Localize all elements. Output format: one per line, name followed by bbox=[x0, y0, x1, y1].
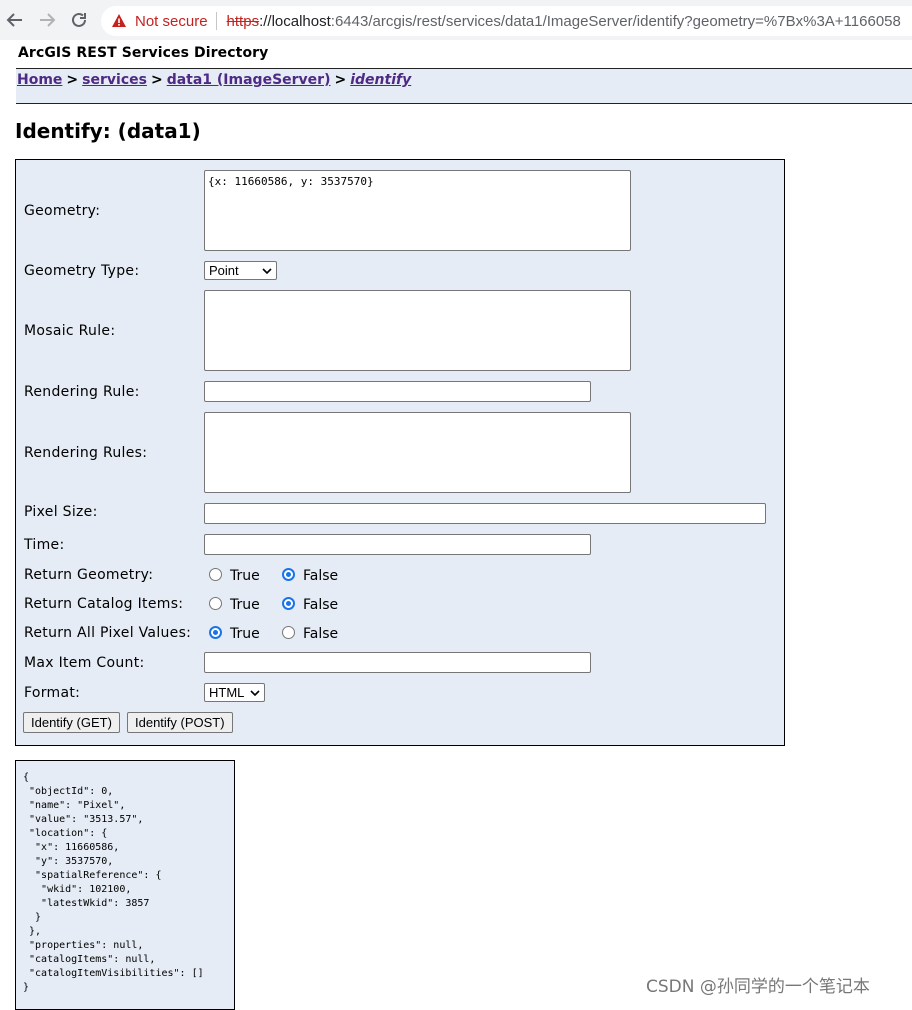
breadcrumb-identify-link[interactable]: identify bbox=[350, 72, 411, 88]
geometry-type-select[interactable]: Point bbox=[204, 261, 277, 280]
identify-post-button[interactable]: Identify (POST) bbox=[127, 712, 233, 733]
browser-toolbar: Not secure https://localhost:6443/arcgis… bbox=[0, 0, 912, 40]
page-title: Identify: (data1) bbox=[15, 119, 201, 143]
url-host: ://localhost bbox=[259, 12, 331, 30]
return-all-pixel-values-false-radio[interactable] bbox=[282, 626, 295, 639]
return-catalog-items-false-radio[interactable] bbox=[282, 597, 295, 610]
breadcrumb-separator: > bbox=[150, 72, 163, 88]
rendering-rule-input[interactable] bbox=[204, 381, 591, 402]
forward-arrow-icon[interactable] bbox=[34, 7, 60, 33]
reload-icon[interactable] bbox=[66, 7, 92, 33]
time-input[interactable] bbox=[204, 534, 591, 555]
mosaic-rule-label: Mosaic Rule: bbox=[24, 323, 116, 339]
breadcrumb: Home > services > data1 (ImageServer) > identi… bbox=[16, 68, 912, 104]
url-text[interactable]: https://localhost:6443/arcgis/rest/servi… bbox=[227, 13, 901, 30]
result-panel: { "objectId": 0, "name": "Pixel", "value… bbox=[15, 760, 235, 1010]
breadcrumb-services-link[interactable]: services bbox=[82, 72, 147, 88]
return-all-pixel-values-true-radio[interactable] bbox=[209, 626, 222, 639]
max-item-count-label: Max Item Count: bbox=[24, 655, 145, 671]
return-catalog-items-false-label[interactable]: False bbox=[303, 597, 338, 613]
format-value: HTML bbox=[209, 685, 245, 700]
identify-get-button[interactable]: Identify (GET) bbox=[23, 712, 120, 733]
format-label: Format: bbox=[24, 685, 81, 701]
rendering-rules-label: Rendering Rules: bbox=[24, 445, 148, 461]
pixel-size-input[interactable] bbox=[204, 503, 766, 524]
geometry-type-value: Point bbox=[209, 263, 239, 278]
return-geometry-label: Return Geometry: bbox=[24, 567, 154, 583]
identify-form: Geometry: {x: 11660586, y: 3537570} Geom… bbox=[15, 159, 785, 746]
return-catalog-items-true-radio[interactable] bbox=[209, 597, 222, 610]
warning-triangle-icon[interactable] bbox=[111, 13, 127, 29]
watermark-text: CSDN @孙同学的一个笔记本 bbox=[646, 977, 870, 997]
geometry-type-label: Geometry Type: bbox=[24, 263, 140, 279]
chevron-down-icon bbox=[262, 267, 272, 274]
geometry-label: Geometry: bbox=[24, 203, 101, 219]
return-all-pixel-values-false-label[interactable]: False bbox=[303, 626, 338, 642]
mosaic-rule-textarea[interactable] bbox=[204, 290, 631, 371]
geometry-textarea[interactable]: {x: 11660586, y: 3537570} bbox=[204, 170, 631, 251]
back-arrow-icon[interactable] bbox=[2, 7, 28, 33]
breadcrumb-server-link[interactable]: data1 (ImageServer) bbox=[167, 72, 331, 88]
format-select[interactable]: HTML bbox=[204, 683, 265, 702]
max-item-count-input[interactable] bbox=[204, 652, 591, 673]
url-scheme: https bbox=[226, 12, 260, 30]
pixel-size-label: Pixel Size: bbox=[24, 504, 98, 520]
return-geometry-true-label[interactable]: True bbox=[230, 568, 260, 584]
breadcrumb-separator: > bbox=[66, 72, 79, 88]
return-all-pixel-values-true-label[interactable]: True bbox=[230, 626, 260, 642]
address-bar[interactable]: Not secure https://localhost:6443/arcgis… bbox=[101, 6, 912, 36]
return-geometry-true-radio[interactable] bbox=[209, 568, 222, 581]
divider bbox=[215, 12, 217, 30]
rendering-rule-label: Rendering Rule: bbox=[24, 384, 140, 400]
chevron-down-icon bbox=[250, 689, 260, 696]
return-geometry-false-radio[interactable] bbox=[282, 568, 295, 581]
return-all-pixel-values-label: Return All Pixel Values: bbox=[24, 625, 192, 641]
security-status-label[interactable]: Not secure bbox=[135, 13, 208, 30]
time-label: Time: bbox=[24, 537, 65, 553]
result-json: { "objectId": 0, "name": "Pixel", "value… bbox=[23, 772, 204, 993]
breadcrumb-home-link[interactable]: Home bbox=[17, 72, 62, 88]
breadcrumb-separator: > bbox=[334, 72, 347, 88]
rendering-rules-textarea[interactable] bbox=[204, 412, 631, 493]
url-path: :6443/arcgis/rest/services/data1/ImageSe… bbox=[330, 12, 901, 30]
return-catalog-items-label: Return Catalog Items: bbox=[24, 596, 184, 612]
directory-title: ArcGIS REST Services Directory bbox=[18, 45, 269, 61]
return-catalog-items-true-label[interactable]: True bbox=[230, 597, 260, 613]
return-geometry-false-label[interactable]: False bbox=[303, 568, 338, 584]
